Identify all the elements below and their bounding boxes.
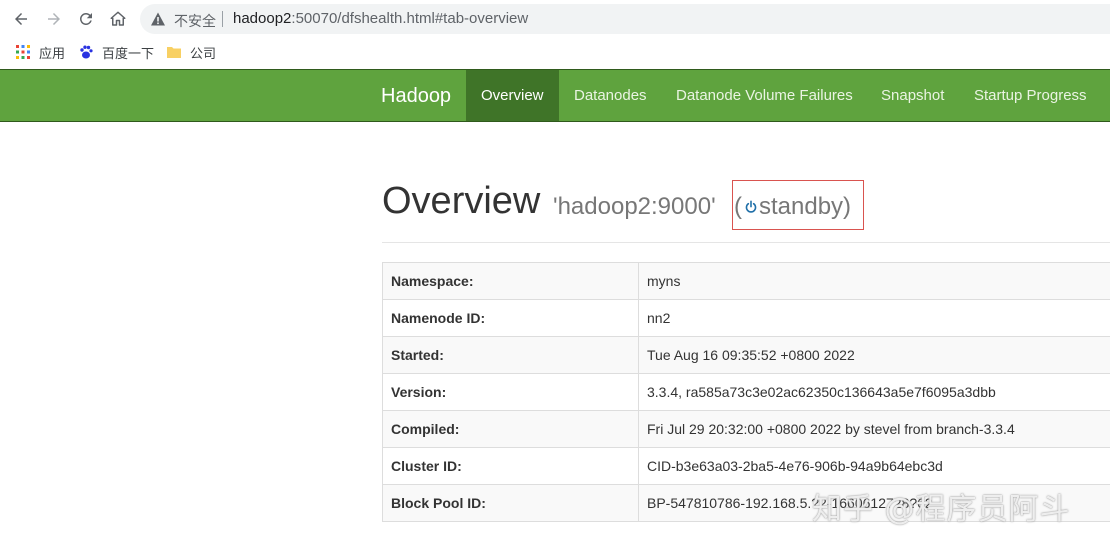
bookmark-label: 应用 — [39, 46, 66, 62]
url-host: hadoop2 — [233, 10, 292, 27]
table-row: Cluster ID: CID-b3e63a03-2ba5-4e76-906b-9… — [382, 447, 1110, 485]
row-value: 3.3.4, ra585a73c3e02ac62350c136643a5e7f6… — [638, 373, 1110, 411]
table-row: Compiled: Fri Jul 29 20:32:00 +0800 2022 … — [382, 410, 1110, 448]
tab-overview[interactable]: Overview — [466, 70, 559, 121]
bookmark-company-folder[interactable]: 公司 — [166, 43, 217, 62]
divider — [382, 242, 1110, 243]
reload-icon — [79, 12, 92, 25]
tab-startup-progress[interactable]: Startup Progress — [959, 70, 1102, 121]
state-label: standby) — [759, 193, 852, 220]
forward-button[interactable] — [43, 8, 65, 30]
row-value: Fri Jul 29 20:32:00 +0800 2022 by stevel… — [638, 410, 1110, 448]
tab-snapshot[interactable]: Snapshot — [866, 70, 959, 121]
ha-state: ( standby) — [734, 193, 851, 221]
apps-grid-icon — [16, 45, 30, 59]
baidu-paw-icon — [80, 45, 93, 59]
row-key: Compiled: — [382, 410, 639, 448]
tab-datanode-volume-failures[interactable]: Datanode Volume Failures — [661, 70, 868, 121]
row-value: Tue Aug 16 09:35:52 +0800 2022 — [638, 336, 1110, 374]
overview-table: Namespace: myns Namenode ID: nn2 Started: T… — [382, 262, 1110, 522]
table-row: Version: 3.3.4, ra585a73c3e02ac62350c1366… — [382, 373, 1110, 411]
table-row: Namespace: myns — [382, 262, 1110, 300]
warning-icon — [151, 12, 165, 26]
bookmark-baidu[interactable]: 百度一下 — [78, 43, 155, 62]
browser-toolbar: 不安全 hadoop2:50070/dfshealth.html#tab-ove… — [0, 0, 1110, 37]
security-label: 不安全 — [174, 14, 216, 30]
back-button[interactable] — [10, 8, 32, 30]
bookmark-label: 百度一下 — [102, 46, 155, 62]
row-key: Version: — [382, 373, 639, 411]
reload-button[interactable] — [75, 8, 97, 30]
row-key: Block Pool ID: — [382, 484, 639, 522]
page-heading: Overview — [382, 180, 541, 222]
hadoop-navbar: Hadoop Overview Datanodes Datanode Volum… — [0, 69, 1110, 122]
omnibox-divider — [222, 11, 223, 27]
bookmarks-bar: 应用 百度一下 公司 — [0, 37, 1110, 67]
row-key: Namenode ID: — [382, 299, 639, 337]
home-icon — [110, 11, 126, 26]
url-text[interactable]: hadoop2:50070/dfshealth.html#tab-overvie… — [233, 10, 528, 27]
brand-logo[interactable]: Hadoop — [381, 85, 451, 108]
state-open-paren: ( — [734, 193, 742, 220]
row-value: nn2 — [638, 299, 1110, 337]
row-value: CID-b3e63a03-2ba5-4e76-906b-94a9b64ebc3d — [638, 447, 1110, 485]
table-row: Started: Tue Aug 16 09:35:52 +0800 2022 — [382, 336, 1110, 374]
bookmark-label: 公司 — [190, 46, 217, 62]
back-arrow-icon — [15, 13, 27, 25]
row-key: Cluster ID: — [382, 447, 639, 485]
row-key: Namespace: — [382, 262, 639, 300]
namenode-host: 'hadoop2:9000' — [553, 193, 716, 220]
bookmark-apps[interactable]: 应用 — [15, 43, 66, 62]
folder-icon — [167, 47, 181, 58]
url-path: :50070/dfshealth.html#tab-overview — [291, 10, 529, 27]
power-icon — [745, 200, 757, 213]
forward-arrow-icon — [48, 13, 60, 25]
watermark: 知乎 @程序员阿斗 — [812, 492, 1071, 527]
tab-datanodes[interactable]: Datanodes — [559, 70, 662, 121]
row-value: myns — [638, 262, 1110, 300]
table-row: Namenode ID: nn2 — [382, 299, 1110, 337]
row-key: Started: — [382, 336, 639, 374]
address-bar[interactable]: 不安全 hadoop2:50070/dfshealth.html#tab-ove… — [140, 4, 1110, 34]
home-button[interactable] — [107, 8, 129, 30]
